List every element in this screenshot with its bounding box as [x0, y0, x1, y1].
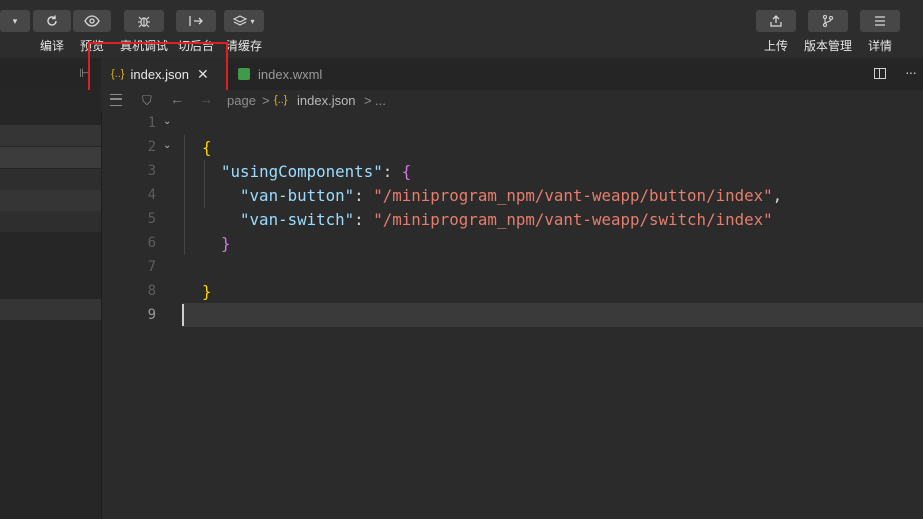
- line-number: 6: [147, 235, 156, 251]
- details-button[interactable]: [860, 10, 900, 32]
- line-number: 9: [147, 307, 156, 323]
- tab-index-wxml[interactable]: index.wxml: [228, 58, 358, 90]
- json-string-value: "/miniprogram_npm/vant-weapp/switch/inde…: [373, 210, 773, 229]
- version-management-label: 版本管理: [804, 39, 853, 53]
- json-brace: }: [202, 282, 212, 301]
- clear-cache-layers-icon: [233, 15, 248, 26]
- compile-refresh-icon: [47, 15, 57, 26]
- upload-icon: [770, 15, 782, 27]
- bookmark-icon[interactable]: ⛉: [142, 93, 152, 109]
- mode-dropdown-button[interactable]: ▾: [0, 10, 30, 32]
- highlight-annotation-box: [88, 42, 228, 97]
- menu-icon: [875, 16, 885, 26]
- list-item[interactable]: [0, 190, 101, 211]
- breadcrumb: ⛉ ← → page > {..} index.json > ...: [101, 90, 923, 112]
- fold-chevron-icon[interactable]: ⌄: [163, 140, 171, 151]
- preview-eye-icon: [84, 15, 100, 27]
- code-line-4: "van-switch": "/miniprogram_npm/vant-wea…: [221, 184, 773, 232]
- clear-cache-label: 清缓存: [226, 39, 263, 53]
- split-editor-icon[interactable]: [874, 68, 886, 79]
- list-item[interactable]: [0, 169, 101, 190]
- back-arrow-icon[interactable]: ←: [170, 91, 184, 107]
- side-panel-header: ⊩: [0, 58, 101, 90]
- breadcrumb-separator: >: [262, 93, 270, 108]
- line-number: 1: [147, 115, 156, 131]
- clear-cache-button[interactable]: ▾: [224, 10, 264, 32]
- list-item[interactable]: [0, 125, 101, 146]
- compile-label: 编译: [40, 39, 65, 53]
- caret-down-icon: ▾: [250, 16, 255, 26]
- wxml-file-icon: [238, 68, 250, 80]
- json-comma: ,: [772, 186, 783, 205]
- switch-background-icon: [189, 16, 203, 26]
- line-number: 5: [147, 211, 156, 227]
- details-label: 详情: [868, 39, 893, 53]
- text-cursor: [182, 304, 184, 326]
- upload-label: 上传: [764, 39, 789, 53]
- line-number: 2: [147, 139, 156, 155]
- more-actions-icon[interactable]: ···: [905, 64, 917, 80]
- forward-arrow-icon[interactable]: →: [199, 91, 213, 107]
- breadcrumb-page[interactable]: page: [227, 93, 256, 108]
- breadcrumb-separator: >: [364, 93, 372, 108]
- breadcrumb-file[interactable]: index.json: [297, 93, 356, 108]
- outline-list-icon[interactable]: [110, 94, 122, 106]
- json-braces-icon: {..}: [274, 94, 288, 106]
- line-number: 7: [147, 259, 156, 275]
- preview-button[interactable]: [73, 10, 111, 32]
- branch-icon: [822, 14, 834, 28]
- fold-chevron-icon[interactable]: ⌄: [163, 116, 171, 127]
- real-device-debug-button[interactable]: [124, 10, 164, 32]
- breadcrumb-more[interactable]: ...: [375, 93, 386, 108]
- code-line-7: }: [183, 256, 212, 304]
- line-number: 8: [147, 283, 156, 299]
- tab-label: index.wxml: [258, 66, 323, 82]
- switch-background-button[interactable]: [176, 10, 216, 32]
- line-number: 4: [147, 187, 156, 203]
- list-item[interactable]: [0, 299, 101, 320]
- list-item[interactable]: [0, 211, 101, 232]
- file-explorer-panel: [0, 90, 101, 519]
- line-number: 3: [147, 163, 156, 179]
- json-key: "van-switch": [240, 210, 355, 229]
- compile-button[interactable]: [33, 10, 71, 32]
- current-line-highlight: [182, 303, 923, 327]
- json-brace: }: [221, 234, 231, 253]
- json-colon: :: [354, 210, 374, 229]
- version-management-button[interactable]: [808, 10, 848, 32]
- debug-bug-icon: [138, 16, 150, 28]
- upload-button[interactable]: [756, 10, 796, 32]
- code-line-5: }: [202, 208, 231, 256]
- list-item[interactable]: [0, 147, 101, 168]
- caret-down-icon: ▾: [12, 15, 18, 26]
